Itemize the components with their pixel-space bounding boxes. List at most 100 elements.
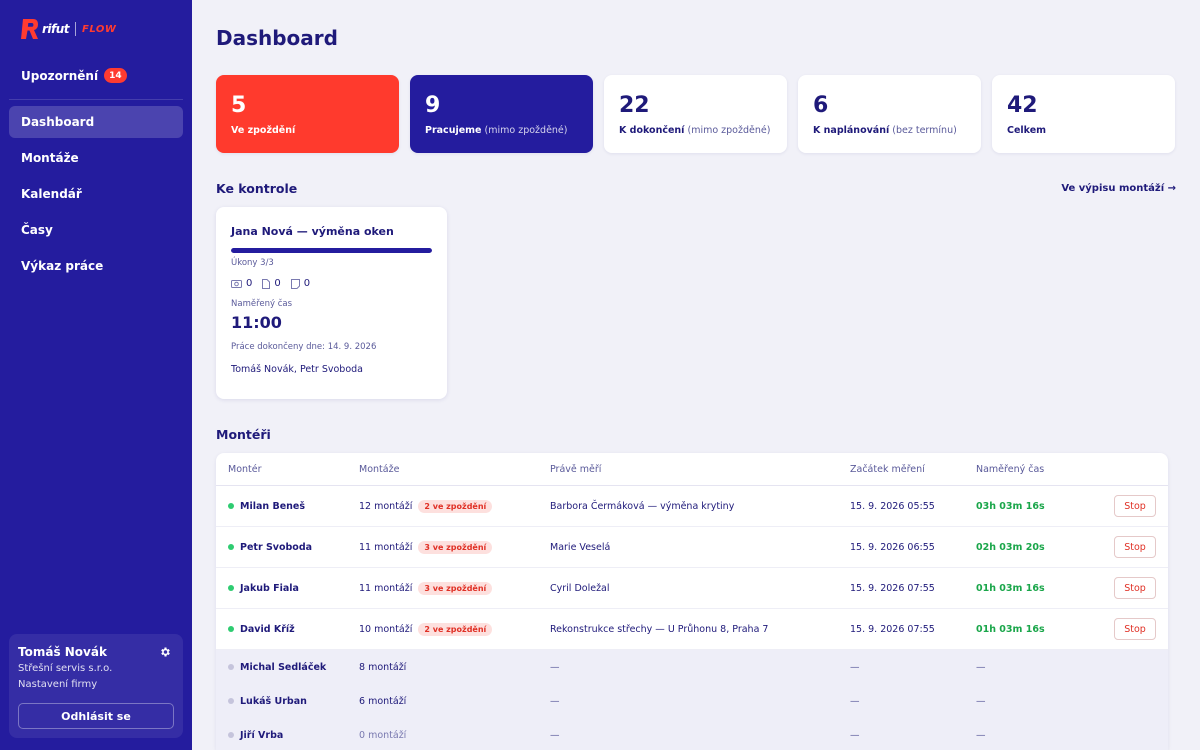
sidebar-item-dashboard[interactable]: Dashboard xyxy=(9,106,183,138)
column-header-start: Začátek měření xyxy=(850,463,925,475)
camera-icon xyxy=(231,280,242,288)
column-header-current: Právě měří xyxy=(550,463,602,475)
brand-product: FLOW xyxy=(82,23,117,35)
installations-count: 12 montáží xyxy=(359,500,413,512)
measure-start: 15. 9. 2026 05:55 xyxy=(850,500,935,512)
worker-name: Jiří Vrba xyxy=(240,729,284,741)
stat-card-to-plan[interactable]: 6 K naplánování (bez termínu) xyxy=(798,75,981,153)
status-dot-active xyxy=(228,503,234,509)
measured-time-value: 11:00 xyxy=(231,313,282,332)
late-badge: 2 ve zpoždění xyxy=(418,499,493,513)
measured-time: — xyxy=(976,661,986,673)
stat-label: Ve zpoždění xyxy=(231,125,296,136)
table-row[interactable]: Jakub Fiala 11 montáží 3 ve zpoždění Cyri… xyxy=(216,568,1168,609)
late-badge: 3 ve zpoždění xyxy=(418,540,493,554)
measure-start: — xyxy=(850,661,860,673)
review-card-title: Jana Nová — výměna oken xyxy=(231,225,394,238)
current-job: — xyxy=(550,729,560,741)
status-dot-idle xyxy=(228,732,234,738)
table-row[interactable]: Petr Svoboda 11 montáží 3 ve zpoždění Mar… xyxy=(216,527,1168,568)
stat-value: 5 xyxy=(231,93,247,118)
worker-name: Michal Sedláček xyxy=(240,661,327,673)
notes-count: 0 xyxy=(290,278,310,289)
workers-table: Montér Montáže Právě měří Začátek měření… xyxy=(216,453,1168,750)
stat-card-to-finish[interactable]: 22 K dokončení (mimo zpožděné) xyxy=(604,75,787,153)
stop-button[interactable]: Stop xyxy=(1114,536,1156,558)
worker-name: Lukáš Urban xyxy=(240,695,307,707)
stat-value: 22 xyxy=(619,93,650,118)
installations-list-link[interactable]: Ve výpisu montáží → xyxy=(1061,183,1176,194)
measure-start: — xyxy=(850,695,860,707)
workers-section-title: Montéři xyxy=(216,427,271,442)
stat-value: 42 xyxy=(1007,93,1038,118)
sidebar-item-vykaz-prace[interactable]: Výkaz práce xyxy=(9,250,183,282)
table-row[interactable]: Jiří Vrba 0 montáží — — — xyxy=(216,718,1168,750)
assigned-workers: Tomáš Novák, Petr Svoboda xyxy=(231,364,363,375)
table-row[interactable]: Lukáš Urban 6 montáží — — — xyxy=(216,684,1168,718)
measured-time: 01h 03m 16s xyxy=(976,623,1045,635)
stop-button[interactable]: Stop xyxy=(1114,618,1156,640)
column-header-worker: Montér xyxy=(228,463,262,475)
stat-card-late[interactable]: 5 Ve zpoždění xyxy=(216,75,399,153)
measure-start: — xyxy=(850,729,860,741)
current-job: — xyxy=(550,661,560,673)
stat-card-working[interactable]: 9 Pracujeme (mimo zpožděné) xyxy=(410,75,593,153)
table-row[interactable]: David Kříž 10 montáží 2 ve zpoždění Rekon… xyxy=(216,609,1168,650)
measured-time: 02h 03m 20s xyxy=(976,541,1045,553)
current-job[interactable]: Cyril Doležal xyxy=(550,583,850,594)
measured-time: — xyxy=(976,695,986,707)
review-card[interactable]: Jana Nová — výměna oken Úkony 3/3 0 0 0 … xyxy=(216,207,447,399)
measure-start: 15. 9. 2026 07:55 xyxy=(850,623,935,635)
notifications-link[interactable]: Upozornění 14 xyxy=(21,68,127,83)
user-company: Střešní servis s.r.o. xyxy=(18,663,113,674)
stop-button[interactable]: Stop xyxy=(1114,577,1156,599)
completed-date: Práce dokončeny dne: 14. 9. 2026 xyxy=(231,342,377,352)
logout-button[interactable]: Odhlásit se xyxy=(18,703,174,729)
tasks-count: Úkony 3/3 xyxy=(231,258,274,268)
stat-label: Celkem xyxy=(1007,125,1047,136)
current-job: — xyxy=(550,695,560,707)
installations-count: 10 montáží xyxy=(359,623,413,635)
review-section-title: Ke kontrole xyxy=(216,181,298,196)
measure-start: 15. 9. 2026 06:55 xyxy=(850,541,935,553)
sidebar-item-montaze[interactable]: Montáže xyxy=(9,142,183,174)
photos-count: 0 xyxy=(231,278,252,289)
installations-count: 6 montáží xyxy=(359,695,407,707)
stats-row: 5 Ve zpoždění 9 Pracujeme (mimo zpožděné… xyxy=(216,75,1175,153)
notifications-label: Upozornění xyxy=(21,68,99,83)
company-settings-link[interactable]: Nastavení firmy xyxy=(18,679,174,690)
gear-icon[interactable] xyxy=(159,646,171,658)
late-badge: 2 ve zpoždění xyxy=(418,622,493,636)
user-name: Tomáš Novák xyxy=(18,645,107,659)
user-card: Tomáš Novák Střešní servis s.r.o. Nastav… xyxy=(9,634,183,738)
installations-count: 11 montáží xyxy=(359,541,413,553)
stat-card-total[interactable]: 42 Celkem xyxy=(992,75,1175,153)
current-job[interactable]: Barbora Čermáková — výměna krytiny xyxy=(550,501,850,512)
table-header: Montér Montáže Právě měří Začátek měření… xyxy=(216,453,1168,486)
stat-value: 6 xyxy=(813,93,829,118)
worker-name: Petr Svoboda xyxy=(240,541,313,553)
installations-count: 8 montáží xyxy=(359,661,407,673)
current-job[interactable]: Rekonstrukce střechy — U Průhonu 8, Prah… xyxy=(550,624,850,635)
current-job[interactable]: Marie Veselá xyxy=(550,542,850,553)
table-row[interactable]: Michal Sedláček 8 montáží — — — xyxy=(216,650,1168,684)
table-row[interactable]: Milan Beneš 12 montáží 2 ve zpoždění Barb… xyxy=(216,486,1168,527)
status-dot-active xyxy=(228,585,234,591)
notifications-count-badge: 14 xyxy=(104,68,127,83)
worker-name: Jakub Fiala xyxy=(240,582,299,594)
brand-logo[interactable]: rifut FLOW xyxy=(20,18,116,40)
measured-time: — xyxy=(976,729,986,741)
tasks-progress-bar xyxy=(231,248,432,253)
sidebar: rifut FLOW Upozornění 14 Dashboard Montá… xyxy=(0,0,192,750)
sidebar-item-casy[interactable]: Časy xyxy=(9,214,183,246)
status-dot-active xyxy=(228,626,234,632)
status-dot-idle xyxy=(228,698,234,704)
logo-divider xyxy=(75,22,77,36)
status-dot-active xyxy=(228,544,234,550)
main-content: Dashboard 5 Ve zpoždění 9 Pracujeme (mim… xyxy=(192,0,1200,750)
stat-value: 9 xyxy=(425,93,441,118)
sidebar-item-kalendar[interactable]: Kalendář xyxy=(9,178,183,210)
stop-button[interactable]: Stop xyxy=(1114,495,1156,517)
worker-name: Milan Beneš xyxy=(240,500,305,512)
worker-name: David Kříž xyxy=(240,623,295,635)
